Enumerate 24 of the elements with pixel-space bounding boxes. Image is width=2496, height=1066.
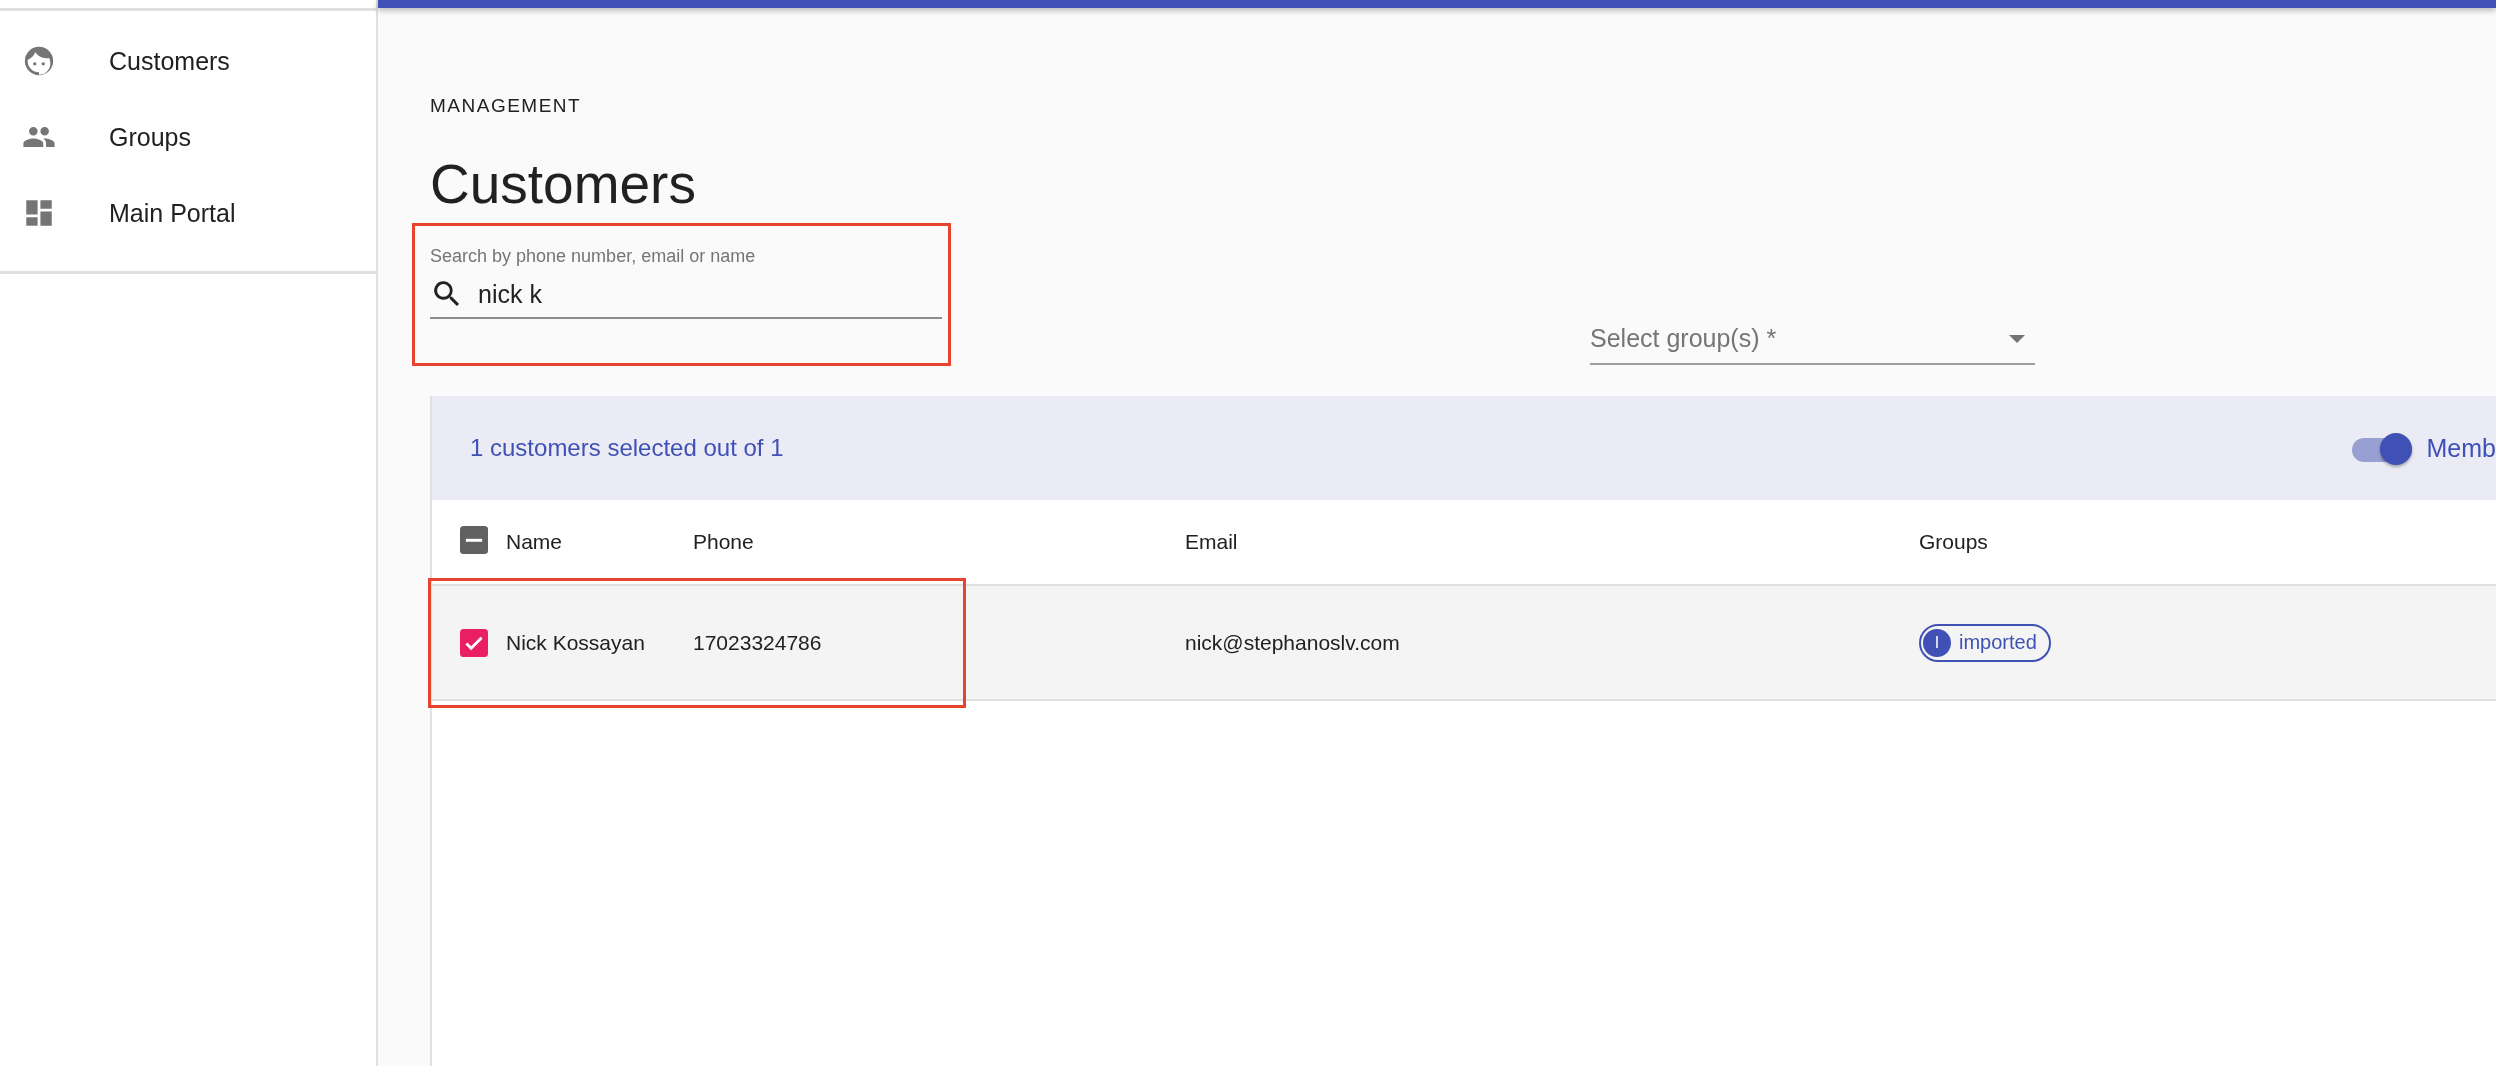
selection-count: 1 customers selected out of 1 xyxy=(470,434,784,462)
face-icon xyxy=(22,44,56,78)
chip-avatar: I xyxy=(1923,628,1951,657)
search-field[interactable]: nick k xyxy=(478,279,918,309)
table-cell-text: nick@stephanoslv.com xyxy=(1185,630,1401,655)
toggle-switch[interactable] xyxy=(2351,432,2414,464)
table-cell-text: Nick Kossayan xyxy=(506,630,646,655)
toggle-label: Memb xyxy=(2426,433,2496,463)
column-header: Groups xyxy=(1919,530,1989,554)
table-row[interactable]: Nick Kossayan 17023324786 nick@stephanoslv.com I imported xyxy=(432,586,2496,701)
sidebar-item[interactable]: Groups xyxy=(0,99,376,175)
row-checkbox[interactable] xyxy=(460,628,488,657)
column-header: Email xyxy=(1185,530,1239,554)
column-header: Phone xyxy=(693,530,755,554)
search-label: Search by phone number, email or name xyxy=(430,246,757,267)
group-select[interactable]: Select group(s) * xyxy=(1590,324,2035,365)
caret-icon xyxy=(2009,334,2025,343)
page-title: Customers xyxy=(430,157,697,212)
sidebar-item[interactable]: Customers xyxy=(0,23,376,99)
sidebar-item[interactable]: Main Portal xyxy=(0,175,376,251)
table-cell-text: 17023324786 xyxy=(693,630,823,655)
column-header: Name xyxy=(506,530,564,554)
group-chip: I imported xyxy=(1919,623,2051,662)
section-overline: MANAGEMENT xyxy=(430,95,583,117)
